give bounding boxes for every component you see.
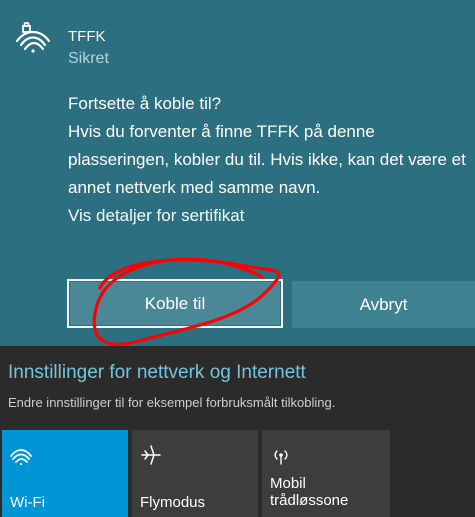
wifi-label: Wi-Fi bbox=[10, 494, 45, 511]
connection-explanation: Hvis du forventer å finne TFFK på denne … bbox=[68, 122, 466, 197]
secured-wifi-icon bbox=[16, 22, 50, 53]
airplane-mode-quick-action[interactable]: Flymodus bbox=[132, 430, 258, 517]
network-name: TFFK bbox=[68, 28, 106, 45]
connection-question: Fortsette å koble til? bbox=[68, 94, 222, 113]
connection-warning-message: Fortsette å koble til? Hvis du forventer… bbox=[68, 90, 468, 230]
mobile-hotspot-quick-action[interactable]: Mobil trådløssone bbox=[262, 430, 390, 517]
cancel-button[interactable]: Avbryt bbox=[292, 281, 475, 328]
selected-network[interactable]: TFFK Sikret bbox=[0, 0, 475, 80]
airplane-mode-label: Flymodus bbox=[140, 494, 206, 511]
network-settings-link[interactable]: Innstillinger for nettverk og Internett bbox=[8, 362, 306, 383]
network-connection-panel: TFFK Sikret Fortsette å koble til? Hvis … bbox=[0, 0, 475, 346]
airplane-icon bbox=[141, 445, 161, 465]
mobile-hotspot-label: Mobil trådløssone bbox=[270, 475, 349, 509]
mobile-hotspot-icon bbox=[274, 450, 288, 465]
network-settings-description: Endre innstillinger til for eksempel for… bbox=[8, 395, 336, 410]
certificate-details-link[interactable]: Vis detaljer for sertifikat bbox=[68, 202, 468, 230]
wifi-flyout: TFFK Sikret Fortsette å koble til? Hvis … bbox=[0, 0, 475, 517]
network-security-status: Sikret bbox=[68, 50, 109, 67]
wifi-icon bbox=[10, 449, 32, 466]
wifi-quick-action[interactable]: Wi-Fi bbox=[2, 430, 128, 517]
connect-button[interactable]: Koble til bbox=[67, 279, 283, 328]
